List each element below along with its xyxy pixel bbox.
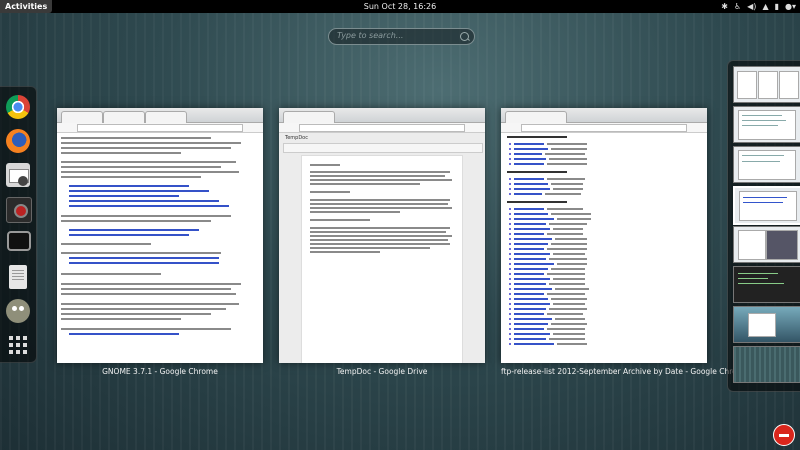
workspace-thumbnail[interactable] xyxy=(733,226,800,263)
browser-tabbar xyxy=(501,108,707,123)
workspace-thumbnail[interactable] xyxy=(733,66,800,103)
volume-icon[interactable]: ◀) xyxy=(747,0,756,13)
monitor-icon[interactable] xyxy=(7,231,31,251)
workspace-thumbnail[interactable] xyxy=(733,146,800,183)
google-chrome-icon[interactable] xyxy=(6,95,30,119)
address-bar xyxy=(501,123,707,133)
search-icon xyxy=(460,32,469,41)
workspace-thumbnail-empty[interactable] xyxy=(733,346,800,383)
window-title-ftp-release-list: ftp-release-list 2012-September Archive … xyxy=(501,367,749,376)
workspace-thumbnail[interactable] xyxy=(733,306,800,343)
window-thumbnail-ftp-release-list[interactable] xyxy=(501,108,707,363)
activities-button[interactable]: Activities xyxy=(0,0,53,13)
dash xyxy=(0,86,37,363)
doc-heading: TempDoc xyxy=(285,135,308,141)
system-tray: ✱ ♿ ◀) ▲ ▮ ●▾ xyxy=(721,0,796,13)
window-thumbnail-gnome[interactable] xyxy=(57,108,263,363)
network-icon[interactable]: ▲ xyxy=(762,0,768,13)
remove-button-icon[interactable] xyxy=(773,424,795,446)
files-icon[interactable] xyxy=(9,265,27,289)
workspace-thumbnail[interactable] xyxy=(733,266,800,303)
doc-editor: TempDoc xyxy=(279,133,485,363)
user-menu-icon[interactable]: ●▾ xyxy=(785,0,796,13)
search-entry[interactable]: Type to search... xyxy=(328,28,475,45)
search-placeholder: Type to search... xyxy=(337,31,404,40)
gimp-icon[interactable] xyxy=(6,299,30,323)
top-bar: Sun Oct 28, 16:26 Activities ✱ ♿ ◀) ▲ ▮ … xyxy=(0,0,800,13)
bluetooth-icon[interactable]: ✱ xyxy=(721,0,728,13)
camera-icon[interactable] xyxy=(6,197,32,223)
window-thumbnail-tempdoc[interactable]: TempDoc xyxy=(279,108,485,363)
address-bar xyxy=(279,123,485,133)
browser-tabbar xyxy=(57,108,263,123)
clock[interactable]: Sun Oct 28, 16:26 xyxy=(0,0,800,13)
workspace-thumbnail-active[interactable] xyxy=(733,186,800,225)
firefox-icon[interactable] xyxy=(6,129,30,153)
browser-tabbar xyxy=(279,108,485,123)
mail-icon[interactable] xyxy=(6,163,30,187)
show-applications-icon[interactable] xyxy=(6,333,30,357)
workspace-switcher xyxy=(727,60,800,392)
window-title-gnome: GNOME 3.7.1 - Google Chrome xyxy=(102,367,218,376)
window-title-tempdoc: TempDoc - Google Drive xyxy=(336,367,428,376)
workspace-thumbnail[interactable] xyxy=(733,106,800,143)
accessibility-icon[interactable]: ♿ xyxy=(734,0,741,13)
doc-page xyxy=(301,155,463,363)
battery-icon[interactable]: ▮ xyxy=(775,0,779,13)
address-bar xyxy=(57,123,263,133)
